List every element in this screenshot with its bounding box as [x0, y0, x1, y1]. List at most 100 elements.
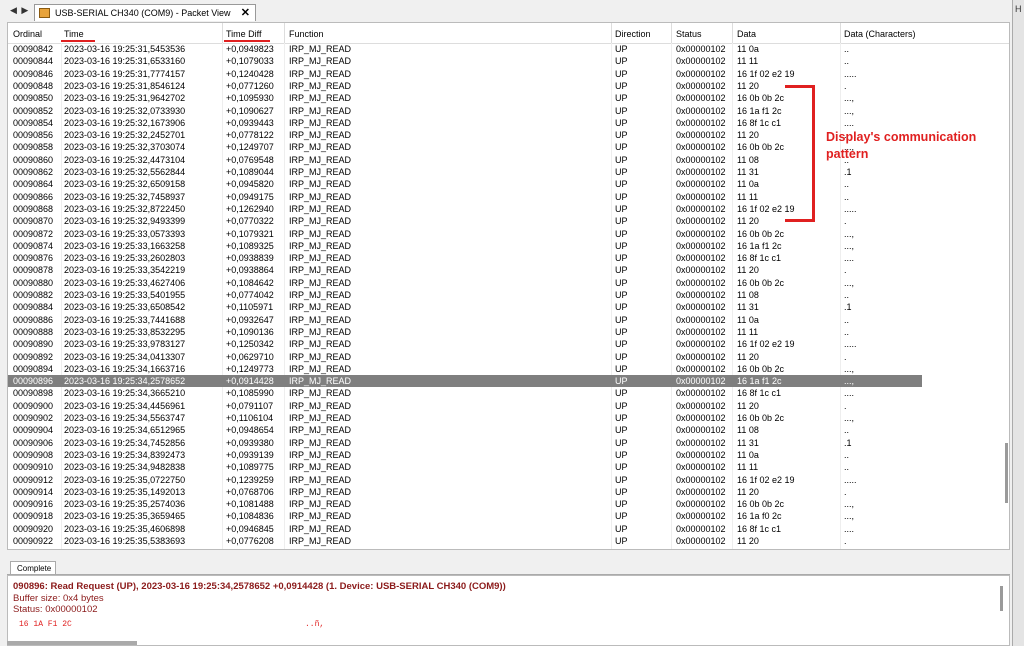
cell-ordinal: 00090872 — [13, 228, 54, 239]
cell-data-chars: .... — [844, 117, 855, 128]
cell-data-chars: .. — [844, 449, 850, 460]
table-row[interactable]: 00090922 2023-03-16 19:25:35,5383693 +0,07… — [8, 535, 1009, 547]
table-row[interactable]: 00090892 2023-03-16 19:25:34,0413307 +0,06… — [8, 351, 1009, 363]
table-row[interactable]: 00090886 2023-03-16 19:25:33,7441688 +0,09… — [8, 314, 1009, 326]
cell-data-chars: ..., — [844, 277, 855, 288]
cell-data: 11 31 — [737, 167, 759, 177]
table-row-selected[interactable]: 00090896 2023-03-16 19:25:34,2578652 +0,09… — [8, 375, 922, 388]
cell-time: 2023-03-16 19:25:33,9783127 — [64, 339, 186, 350]
cell-status: 0x00000102 — [676, 449, 726, 460]
vertical-scrollbar[interactable] — [1002, 43, 1009, 549]
cell-time: 2023-03-16 19:25:34,0413307 — [64, 351, 186, 362]
table-row[interactable]: 00090868 2023-03-16 19:25:32,8722450 +0,12… — [8, 203, 1009, 215]
table-row[interactable]: 00090846 2023-03-16 19:25:31,7774157 +0,12… — [8, 68, 1009, 80]
cell-data: 16 8f 1c c1 — [737, 523, 782, 534]
horizontal-scrollbar[interactable] — [7, 641, 137, 645]
column-divider[interactable] — [840, 23, 841, 43]
cell-data-chars: .. — [844, 425, 850, 436]
cell-time-diff: +0,0946845 — [226, 523, 274, 534]
table-row[interactable]: 00090870 2023-03-16 19:25:32,9493399 +0,07… — [8, 215, 1009, 227]
cell-function: IRP_MJ_READ — [289, 413, 352, 423]
table-row[interactable]: 00090884 2023-03-16 19:25:33,6508542 +0,11… — [8, 301, 1009, 313]
col-header-status[interactable]: Status — [676, 29, 702, 39]
cell-function: IRP_MJ_READ — [289, 536, 352, 546]
cell-direction: UP — [615, 56, 628, 67]
col-header-function[interactable]: Function — [289, 29, 324, 39]
table-row[interactable]: 00090874 2023-03-16 19:25:33,1663258 +0,10… — [8, 240, 1009, 252]
col-header-data-chars[interactable]: Data (Characters) — [844, 29, 916, 39]
cell-data-chars: . — [844, 536, 847, 546]
table-row[interactable]: 00090878 2023-03-16 19:25:33,3542219 +0,09… — [8, 264, 1009, 276]
table-row[interactable]: 00090842 2023-03-16 19:25:31,5453536 +0,09… — [8, 43, 1009, 55]
tab-nav-arrows[interactable]: ◀ ▶ — [10, 5, 29, 16]
column-divider[interactable] — [284, 23, 285, 43]
cell-data: 11 11 — [737, 326, 759, 337]
col-header-time-diff[interactable]: Time Diff — [226, 29, 262, 39]
cell-data-chars: ..., — [844, 105, 855, 116]
table-row[interactable]: 00090894 2023-03-16 19:25:34,1663716 +0,12… — [8, 363, 1009, 375]
table-row[interactable]: 00090908 2023-03-16 19:25:34,8392473 +0,09… — [8, 449, 1009, 461]
cell-time: 2023-03-16 19:25:34,3665210 — [64, 388, 186, 399]
cell-data: 16 0b 0b 2c — [737, 93, 785, 104]
table-row[interactable]: 00090920 2023-03-16 19:25:35,4606898 +0,09… — [8, 523, 1009, 535]
cell-status: 0x00000102 — [676, 277, 726, 288]
table-row[interactable]: 00090882 2023-03-16 19:25:33,5401955 +0,07… — [8, 289, 1009, 301]
cell-data: 11 20 — [737, 536, 759, 546]
col-header-ordinal[interactable]: Ordinal — [13, 29, 42, 39]
table-row[interactable]: 00090866 2023-03-16 19:25:32,7458937 +0,09… — [8, 191, 1009, 203]
tab-packet-view[interactable]: USB-SERIAL CH340 (COM9) - Packet View ✕ — [34, 4, 256, 21]
cell-data-chars: .. — [844, 44, 850, 54]
close-icon[interactable]: ✕ — [241, 6, 250, 19]
table-row[interactable]: 00090898 2023-03-16 19:25:34,3665210 +0,10… — [8, 387, 1009, 399]
cell-status: 0x00000102 — [676, 326, 726, 337]
details-scrollbar[interactable] — [1000, 586, 1003, 611]
table-row[interactable]: 00090916 2023-03-16 19:25:35,2574036 +0,10… — [8, 498, 1009, 510]
table-row[interactable]: 00090910 2023-03-16 19:25:34,9482838 +0,10… — [8, 461, 1009, 473]
detail-buffer-size: Buffer size: 0x4 bytes — [13, 593, 104, 604]
table-row[interactable]: 00090844 2023-03-16 19:25:31,6533160 +0,10… — [8, 55, 1009, 67]
cell-time: 2023-03-16 19:25:32,3703074 — [64, 142, 186, 153]
table-row[interactable]: 00090876 2023-03-16 19:25:33,2602803 +0,09… — [8, 252, 1009, 264]
cell-direction: UP — [615, 449, 628, 460]
table-row[interactable]: 00090890 2023-03-16 19:25:33,9783127 +0,12… — [8, 338, 1009, 350]
table-row[interactable]: 00090880 2023-03-16 19:25:33,4627406 +0,10… — [8, 277, 1009, 289]
cell-data-chars: .. — [844, 314, 850, 325]
table-row[interactable]: 00090902 2023-03-16 19:25:34,5563747 +0,11… — [8, 412, 1009, 424]
cell-ordinal: 00090846 — [13, 68, 54, 79]
right-panel-label[interactable]: H — [1015, 4, 1022, 14]
cell-time-diff: +0,1090136 — [226, 326, 274, 337]
cell-ordinal: 00090878 — [13, 265, 54, 276]
table-row[interactable]: 00090854 2023-03-16 19:25:32,1673906 +0,09… — [8, 117, 1009, 129]
col-header-time[interactable]: Time — [64, 29, 84, 39]
scrollbar-thumb[interactable] — [1005, 443, 1008, 503]
table-row[interactable]: 00090900 2023-03-16 19:25:34,4456961 +0,07… — [8, 400, 1009, 412]
cell-ordinal: 00090890 — [13, 339, 54, 350]
table-row[interactable]: 00090914 2023-03-16 19:25:35,1492013 +0,07… — [8, 486, 1009, 498]
column-divider[interactable] — [671, 23, 672, 43]
cell-time: 2023-03-16 19:25:32,5562844 — [64, 167, 186, 177]
cell-time-diff: +0,0938839 — [226, 253, 274, 264]
cell-status: 0x00000102 — [676, 56, 726, 67]
table-row[interactable]: 00090918 2023-03-16 19:25:35,3659465 +0,10… — [8, 510, 1009, 522]
cell-status: 0x00000102 — [676, 167, 726, 177]
table-row[interactable]: 00090850 2023-03-16 19:25:31,9642702 +0,10… — [8, 92, 1009, 104]
col-header-data[interactable]: Data — [737, 29, 756, 39]
table-row[interactable]: 00090864 2023-03-16 19:25:32,6509158 +0,09… — [8, 178, 1009, 190]
cell-data: 11 31 — [737, 437, 759, 448]
cell-ordinal: 00090882 — [13, 290, 54, 300]
table-row[interactable]: 00090904 2023-03-16 19:25:34,6512965 +0,09… — [8, 424, 1009, 436]
table-row[interactable]: 00090852 2023-03-16 19:25:32,0733930 +0,10… — [8, 105, 1009, 117]
column-divider[interactable] — [611, 23, 612, 43]
column-divider[interactable] — [222, 23, 223, 43]
table-row[interactable]: 00090872 2023-03-16 19:25:33,0573393 +0,10… — [8, 228, 1009, 240]
table-row[interactable]: 00090888 2023-03-16 19:25:33,8532295 +0,10… — [8, 326, 1009, 338]
table-row[interactable]: 00090912 2023-03-16 19:25:35,0722750 +0,12… — [8, 474, 1009, 486]
tab-complete[interactable]: Complete — [10, 561, 56, 574]
table-row[interactable]: 00090906 2023-03-16 19:25:34,7452856 +0,09… — [8, 437, 1009, 449]
col-header-direction[interactable]: Direction — [615, 29, 651, 39]
cell-time-diff: +0,1095930 — [226, 93, 274, 104]
column-divider[interactable] — [732, 23, 733, 43]
table-row[interactable]: 00090862 2023-03-16 19:25:32,5562844 +0,10… — [8, 166, 1009, 178]
cell-status: 0x00000102 — [676, 228, 726, 239]
table-row[interactable]: 00090848 2023-03-16 19:25:31,8546124 +0,07… — [8, 80, 1009, 92]
